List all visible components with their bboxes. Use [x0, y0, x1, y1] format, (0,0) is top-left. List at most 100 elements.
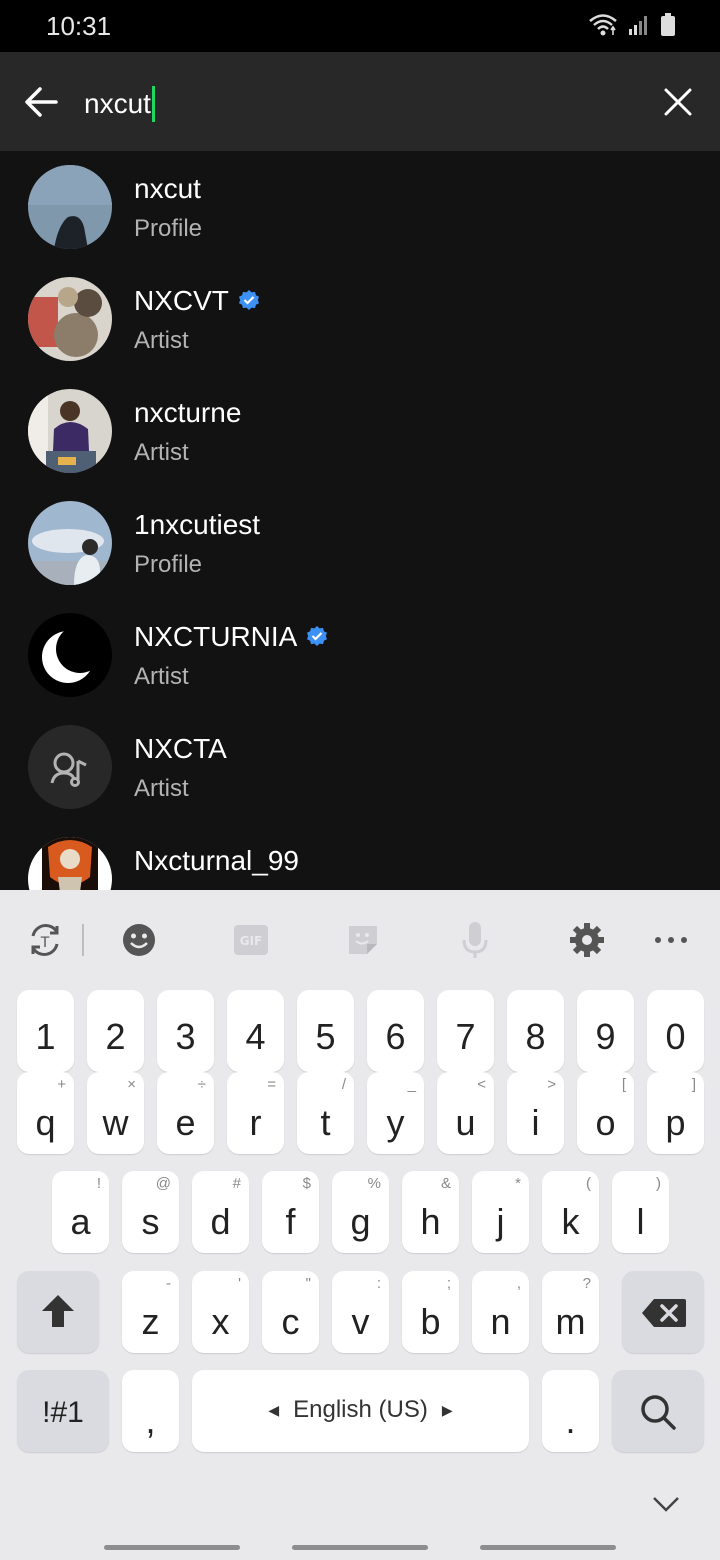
key[interactable]: a! [52, 1171, 109, 1253]
key-alt-label: ' [238, 1275, 241, 1292]
result-name: NXCTURNIA [134, 621, 298, 652]
more-horizontal-icon [655, 937, 687, 943]
result-name: nxcut [134, 173, 201, 204]
key[interactable]: 2 [87, 990, 144, 1072]
key-label: 7 [455, 1016, 476, 1057]
key[interactable]: n, [472, 1271, 529, 1353]
key[interactable]: r = [227, 1072, 284, 1154]
key[interactable]: i > [507, 1072, 564, 1154]
list-item[interactable]: NXCTA Artist [0, 711, 720, 823]
result-type: Artist [134, 327, 189, 354]
key-alt-label: + [57, 1076, 66, 1093]
list-item[interactable]: nxcturne Artist [0, 375, 720, 487]
period-key[interactable]: . [542, 1370, 599, 1452]
key[interactable]: b; [402, 1271, 459, 1353]
back-button[interactable] [20, 80, 64, 124]
nav-indicator-left [104, 1545, 240, 1550]
key-label: i [531, 1102, 540, 1143]
key[interactable]: 0 [647, 990, 704, 1072]
key-alt-label: > [547, 1076, 556, 1093]
key-label: 1 [35, 1016, 56, 1057]
result-type: Artist [134, 663, 189, 690]
list-item[interactable]: 1nxcutiest Profile [0, 487, 720, 599]
key-label: y [386, 1102, 405, 1143]
gif-button[interactable]: GIF [231, 920, 271, 960]
comma-key[interactable]: , [122, 1370, 179, 1452]
key-label: q [35, 1102, 56, 1143]
key-alt-label: @ [155, 1175, 171, 1192]
key[interactable]: j * [472, 1171, 529, 1253]
key[interactable]: 9 [577, 990, 634, 1072]
key[interactable]: g% [332, 1171, 389, 1253]
shift-key[interactable] [17, 1271, 99, 1353]
key-label: 8 [525, 1016, 546, 1057]
key[interactable]: s @ [122, 1171, 179, 1253]
key[interactable]: p] [647, 1072, 704, 1154]
voice-input-button[interactable] [455, 920, 495, 960]
key[interactable]: l) [612, 1171, 669, 1253]
key-label: p [665, 1102, 686, 1143]
keyboard-settings-button[interactable] [567, 920, 607, 960]
key[interactable]: c " [262, 1271, 319, 1353]
sticker-icon [349, 926, 377, 954]
key[interactable]: y _ [367, 1072, 424, 1154]
key[interactable]: u < [437, 1072, 494, 1154]
key[interactable]: t / [297, 1072, 354, 1154]
avatar [28, 165, 112, 249]
key[interactable]: v: [332, 1271, 389, 1353]
sticker-button[interactable] [343, 920, 383, 960]
key[interactable]: 6 [367, 990, 424, 1072]
key[interactable]: d # [192, 1171, 249, 1253]
key-label: a [70, 1201, 91, 1242]
key[interactable]: x ' [192, 1271, 249, 1353]
key[interactable]: 3 [157, 990, 214, 1072]
clear-search-button[interactable] [662, 86, 694, 118]
search-key[interactable] [612, 1370, 704, 1452]
list-item[interactable]: nxcut Profile [0, 151, 720, 263]
search-input[interactable]: nxcut [84, 86, 155, 122]
key-alt-label: # [232, 1175, 241, 1192]
key[interactable]: 8 [507, 990, 564, 1072]
battery-icon [661, 13, 675, 36]
key[interactable]: 1 [17, 990, 74, 1072]
key-label: x [211, 1301, 230, 1342]
key-label: s [141, 1201, 160, 1242]
key[interactable]: o[ [577, 1072, 634, 1154]
key[interactable]: z- [122, 1271, 179, 1353]
key[interactable]: e ÷ [157, 1072, 214, 1154]
space-key[interactable]: ◀ English (US) ▶ [192, 1370, 529, 1452]
key[interactable]: 7 [437, 990, 494, 1072]
key-label: j [496, 1201, 505, 1242]
translate-button[interactable]: T [25, 920, 65, 960]
wifi-icon [589, 14, 617, 36]
verified-badge-icon [307, 626, 328, 646]
list-item[interactable]: NXCTURNIA Artist [0, 599, 720, 711]
chevron-down-icon[interactable] [652, 1496, 680, 1512]
comma-key-label: , [145, 1400, 156, 1441]
key[interactable]: 4 [227, 990, 284, 1072]
backspace-key[interactable] [622, 1271, 704, 1353]
status-bar: 10:31 [0, 0, 720, 52]
symbols-key[interactable]: !#1 [17, 1370, 109, 1452]
key[interactable]: 5 [297, 990, 354, 1072]
svg-text:GIF: GIF [240, 934, 263, 948]
list-item[interactable]: Nxcturnal_99 [0, 823, 720, 890]
key-label: 4 [245, 1016, 266, 1057]
key-label: b [420, 1301, 441, 1342]
more-options-button[interactable] [651, 920, 691, 960]
key-alt-label: ? [582, 1275, 591, 1292]
artist-placeholder-icon [50, 752, 87, 787]
key[interactable]: k( [542, 1171, 599, 1253]
key[interactable]: w × [87, 1072, 144, 1154]
key-alt-label: , [516, 1275, 521, 1292]
result-name: NXCTA [134, 733, 227, 764]
key[interactable]: h & [402, 1171, 459, 1253]
list-item[interactable]: NXCVT Artist [0, 263, 720, 375]
key-alt-label: ) [656, 1175, 661, 1192]
emoji-button[interactable] [119, 920, 159, 960]
key[interactable]: m? [542, 1271, 599, 1353]
key[interactable]: q + [17, 1072, 74, 1154]
result-name: nxcturne [134, 397, 242, 428]
key[interactable]: f $ [262, 1171, 319, 1253]
key-label: f [285, 1201, 296, 1242]
